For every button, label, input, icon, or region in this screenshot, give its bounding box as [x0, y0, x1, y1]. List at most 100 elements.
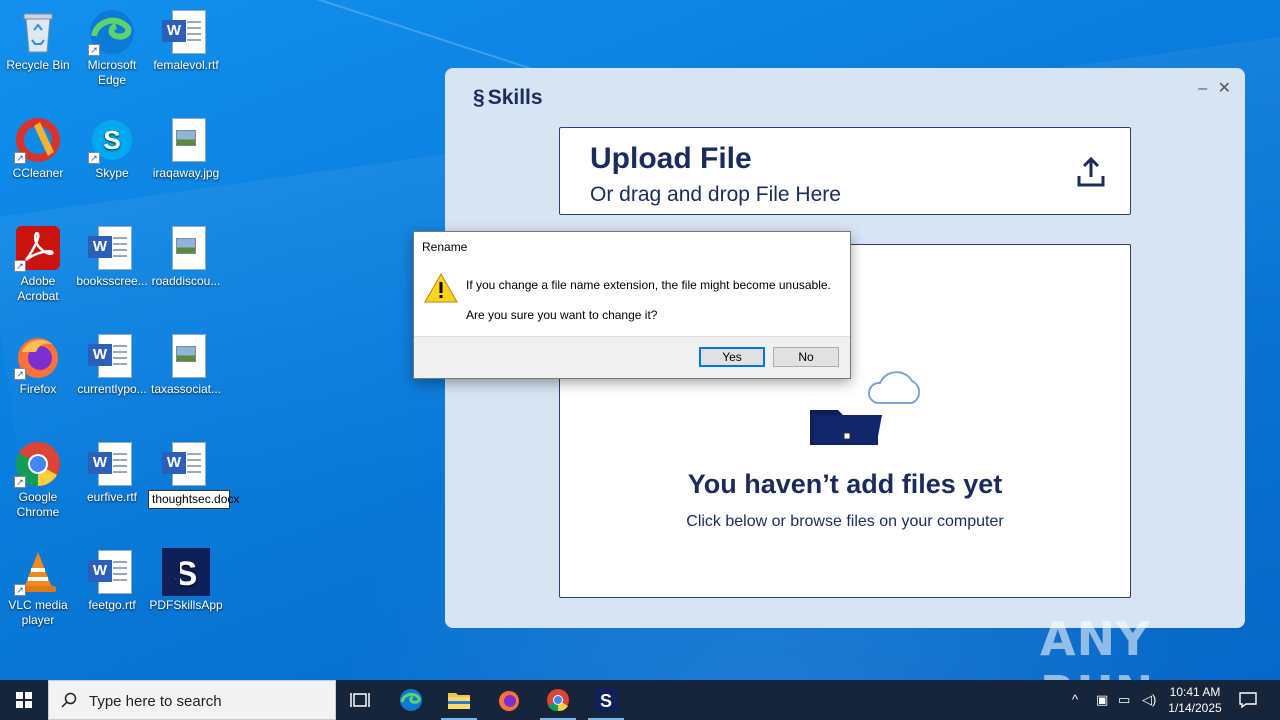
svg-text:S: S [600, 691, 612, 711]
taskbar-file-explorer[interactable] [435, 680, 483, 720]
desktop-icon-taxassociat[interactable]: taxassociat... [148, 332, 224, 397]
vlc-cone-icon: ↗ [14, 548, 62, 596]
taskbar-pdfskills[interactable]: S [582, 680, 630, 720]
upload-subtitle: Or drag and drop File Here [590, 183, 841, 206]
desktop-icon-label: Firefox [19, 382, 57, 396]
show-hidden-icons-chevron-icon[interactable]: ^ [1072, 692, 1078, 707]
desktop-icon-vlc[interactable]: ↗ VLC media player [0, 548, 76, 628]
taskbar-edge[interactable] [387, 680, 435, 720]
shortcut-arrow-icon: ↗ [14, 260, 26, 272]
taskbar-chrome[interactable] [534, 680, 582, 720]
desktop-icon-currentlypo[interactable]: W currentlypo... [74, 332, 150, 397]
word-document-icon: W [162, 440, 210, 488]
rename-dialog: Rename If you change a file name extensi… [413, 231, 851, 379]
desktop-icon-iraqaway[interactable]: iraqaway.jpg [148, 116, 224, 181]
shortcut-arrow-icon: ↗ [14, 368, 26, 380]
image-file-icon [162, 116, 210, 164]
task-view-icon [350, 693, 370, 707]
desktop-icon-label: Google Chrome [16, 490, 60, 519]
desktop-icon-ccleaner[interactable]: ↗ CCleaner [0, 116, 76, 181]
recycle-bin-icon [14, 8, 62, 56]
dialog-question: Are you sure you want to change it? [466, 308, 658, 322]
shortcut-arrow-icon: ↗ [88, 44, 100, 56]
skills-logo: § Skills [473, 86, 543, 110]
desktop-icon-femalevol[interactable]: W femalevol.rtf [148, 8, 224, 73]
desktop-icon-label: feetgo.rtf [88, 598, 136, 612]
firefox-icon [499, 691, 519, 711]
no-button[interactable]: No [773, 347, 839, 367]
window-controls: – ✕ [1192, 78, 1231, 98]
desktop-icon-feetgo[interactable]: W feetgo.rtf [74, 548, 150, 613]
chrome-icon: ↗ [14, 440, 62, 488]
word-document-icon: W [88, 224, 136, 272]
volume-icon[interactable]: ◁) [1142, 692, 1156, 708]
desktop-icon-label: booksscree... [76, 274, 148, 288]
desktop-icon-label: PDFSkillsApp [149, 598, 223, 612]
taskbar-clock[interactable]: 10:41 AM 1/14/2025 [1160, 684, 1230, 716]
taskbar-search-box[interactable]: Type here to search [48, 680, 336, 720]
desktop-icon-label: Adobe Acrobat [17, 274, 59, 303]
desktop-icon-recycle-bin[interactable]: Recycle Bin [0, 8, 76, 73]
upload-file-dropzone[interactable]: Upload File Or drag and drop File Here [559, 127, 1131, 215]
adobe-acrobat-icon: ↗ [14, 224, 62, 272]
desktop-icon-adobe-acrobat[interactable]: ↗ Adobe Acrobat [0, 224, 76, 304]
image-file-icon [162, 332, 210, 380]
meet-now-icon[interactable]: ▣ [1096, 692, 1108, 708]
shortcut-arrow-icon: ↗ [14, 152, 26, 164]
rename-textbox[interactable]: thoughtsec.docx [148, 490, 239, 509]
word-document-icon: W [162, 8, 210, 56]
desktop-icon-label: Skype [95, 166, 129, 180]
edge-icon [400, 689, 422, 711]
desktop-icon-eurfive[interactable]: W eurfive.rtf [74, 440, 150, 505]
desktop-icon-label: femalevol.rtf [153, 58, 219, 72]
desktop-icon-label: roaddiscou... [151, 274, 221, 288]
desktop-icon-label: eurfive.rtf [86, 490, 137, 504]
desktop-icon-label: currentlypo... [77, 382, 147, 396]
skype-icon: S ↗ [88, 116, 136, 164]
ccleaner-icon: ↗ [14, 116, 62, 164]
task-view-button[interactable] [336, 680, 384, 720]
desktop-icon-thoughtsec[interactable]: W thoughtsec.docx [148, 440, 239, 509]
desktop-icon-google-chrome[interactable]: ↗ Google Chrome [0, 440, 76, 520]
upload-icon[interactable] [1076, 156, 1106, 188]
desktop-icon-label: taxassociat... [150, 382, 222, 396]
desktop-icon-label: iraqaway.jpg [152, 166, 220, 180]
desktop-icon-firefox[interactable]: ↗ Firefox [0, 332, 76, 397]
desktop-icon-pdfskillsapp[interactable]: S PDFSkillsApp [148, 548, 224, 613]
dialog-footer: Yes No [414, 336, 850, 378]
word-document-icon: W [88, 440, 136, 488]
start-button[interactable] [0, 680, 48, 720]
dialog-title: Rename [422, 240, 468, 254]
empty-state-title: You haven’t add files yet [687, 469, 1003, 499]
shortcut-arrow-icon: ↗ [14, 584, 26, 596]
desktop-icon-roaddiscou[interactable]: roaddiscou... [148, 224, 224, 289]
network-icon[interactable]: ▭ [1118, 692, 1130, 708]
dialog-message: If you change a file name extension, the… [466, 278, 831, 292]
desktop-icon-skype[interactable]: S ↗ Skype [74, 116, 150, 181]
desktop-icon-label: Microsoft Edge [87, 58, 137, 87]
close-button[interactable]: ✕ [1218, 80, 1231, 97]
yes-button[interactable]: Yes [699, 347, 765, 367]
desktop-icon-microsoft-edge[interactable]: ↗ Microsoft Edge [74, 8, 150, 88]
windows-logo-icon [16, 692, 32, 708]
clock-date: 1/14/2025 [1168, 701, 1222, 715]
notification-center-icon[interactable] [1238, 690, 1258, 710]
image-file-icon [162, 224, 210, 272]
search-placeholder: Type here to search [89, 693, 222, 710]
minimize-button[interactable]: – [1198, 80, 1207, 97]
folder-icon [448, 693, 470, 709]
chrome-icon [547, 689, 569, 712]
skills-logo-text: Skills [487, 86, 543, 109]
svg-text:S: S [103, 125, 120, 155]
pdfskills-app-icon: S [162, 548, 210, 596]
edge-icon: ↗ [88, 8, 136, 56]
search-icon [61, 692, 77, 708]
taskbar-firefox[interactable] [485, 680, 533, 720]
empty-state-subtitle[interactable]: Click below or browse files on your comp… [560, 513, 1130, 531]
clock-time: 10:41 AM [1169, 685, 1221, 699]
desktop-icon-booksscree[interactable]: W booksscree... [74, 224, 150, 289]
word-document-icon: W [88, 548, 136, 596]
warning-icon [424, 272, 458, 303]
firefox-icon: ↗ [14, 332, 62, 380]
upload-title: Upload File [590, 142, 752, 175]
